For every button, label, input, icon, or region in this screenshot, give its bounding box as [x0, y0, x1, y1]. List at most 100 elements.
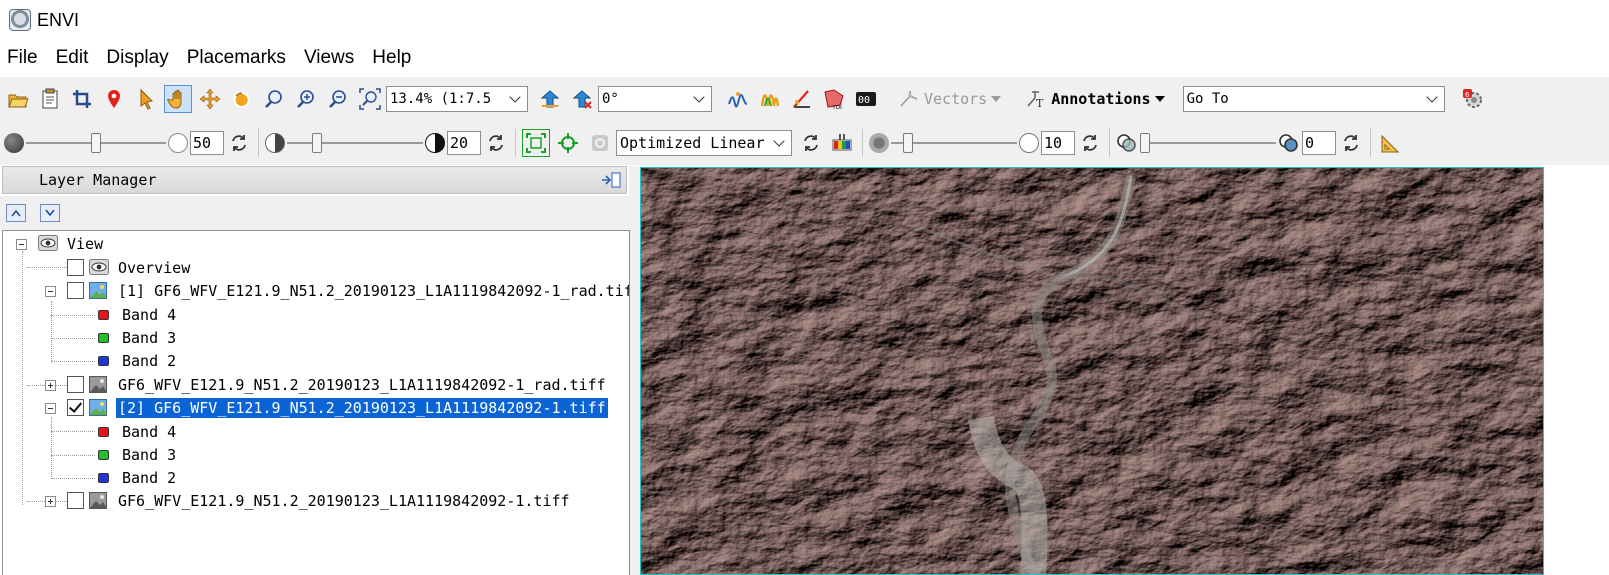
zoom-out-icon[interactable] [324, 85, 352, 113]
tree-node-raster-2[interactable]: GF6_WFV_E121.9_N51.2_20190123_L1A1119842… [3, 490, 629, 512]
tree-node-layer-1[interactable]: [1] GF6_WFV_E121.9_N51.2_20190123_L1A111… [3, 280, 629, 302]
contrast-slider-thumb[interactable] [312, 133, 322, 153]
color-table-icon[interactable] [828, 129, 856, 157]
chevron-down-icon [691, 90, 707, 108]
dock-pin-icon[interactable] [600, 170, 622, 190]
expand-toggle[interactable] [45, 380, 56, 391]
envi-app-icon [9, 9, 31, 31]
image-view[interactable] [640, 167, 1544, 575]
tree-node-layer-1-band-2[interactable]: Band 2 [3, 350, 303, 372]
menu-views[interactable]: Views [295, 43, 363, 73]
pan-hand-icon[interactable] [164, 85, 192, 113]
tree-node-layer-2[interactable]: [2] GF6_WFV_E121.9_N51.2_20190123_L1A111… [3, 397, 629, 419]
vectors-dropdown[interactable]: Vectors [894, 88, 1005, 110]
layer-tree: View Overview [1] GF6_WFV_E121.9_N51.2_2… [2, 230, 630, 575]
brightness-slider-thumb[interactable] [91, 133, 101, 153]
roi-tool-icon[interactable]: roi [820, 85, 848, 113]
tree-node-overview[interactable]: Overview [3, 257, 623, 279]
zoom-in-icon[interactable] [292, 85, 320, 113]
tree-node-layer-2-band-3[interactable]: Band 3 [3, 444, 303, 466]
tree-node-view[interactable]: View [3, 233, 623, 255]
contrast-high-icon [425, 133, 445, 153]
layer-1-checkbox[interactable] [67, 282, 84, 299]
zoom-icon[interactable] [260, 85, 288, 113]
move-layer-down-button[interactable] [40, 204, 60, 222]
contrast-slider[interactable] [287, 129, 423, 157]
expand-toggle[interactable] [45, 496, 56, 507]
collapse-toggle[interactable] [45, 286, 56, 297]
rotation-combo[interactable]: 0° [598, 86, 712, 112]
reset-brightness-icon[interactable] [226, 130, 252, 156]
menu-help[interactable]: Help [363, 43, 420, 73]
full-extent-stretch-icon[interactable] [522, 129, 550, 157]
tree-label-band: Band 2 [122, 469, 177, 487]
brightness-low-icon [4, 133, 24, 153]
main-toolbar: 13.4% (1:7.5 0° roi 00 Vectors T Annotat… [0, 77, 1609, 121]
tree-node-layer-2-band-2[interactable]: Band 2 [3, 467, 303, 489]
tree-node-layer-2-band-4[interactable]: Band 4 [3, 421, 303, 443]
rotate-icon[interactable] [228, 85, 256, 113]
rotate-reset-icon[interactable] [568, 85, 596, 113]
rotate-north-icon[interactable] [536, 85, 564, 113]
open-file-icon[interactable] [4, 85, 32, 113]
zoom-full-extent-icon[interactable] [356, 85, 384, 113]
panel-splitter[interactable] [629, 166, 640, 575]
reset-contrast-icon[interactable] [483, 130, 509, 156]
window-title: ENVI [37, 9, 80, 30]
menu-edit[interactable]: Edit [47, 43, 98, 73]
layer-manager-header: Layer Manager [2, 166, 627, 194]
move-layer-up-button[interactable] [6, 204, 26, 222]
menu-placemarks[interactable]: Placemarks [178, 43, 295, 73]
brightness-input[interactable] [190, 131, 224, 155]
sharpen-input[interactable] [1041, 131, 1075, 155]
vectors-label: Vectors [924, 90, 988, 108]
reset-transparency-icon[interactable] [1338, 130, 1364, 156]
transparency-slider[interactable] [1140, 129, 1276, 157]
tree-node-raster-1[interactable]: GF6_WFV_E121.9_N51.2_20190123_L1A1119842… [3, 374, 629, 396]
measure-icon[interactable] [788, 85, 816, 113]
select-arrow-icon[interactable] [132, 85, 160, 113]
sharpen-slider-thumb[interactable] [903, 133, 913, 153]
pixel-locator-icon[interactable]: 00 [852, 85, 880, 113]
collapse-toggle[interactable] [45, 403, 56, 414]
stretch-disabled-icon [586, 129, 614, 157]
green-band-icon [98, 450, 109, 460]
stretch-type-combo[interactable]: Optimized Linear [616, 130, 792, 156]
tree-node-layer-1-band-3[interactable]: Band 3 [3, 327, 303, 349]
raster-2-checkbox[interactable] [67, 492, 84, 509]
sharpen-slider[interactable] [891, 129, 1017, 157]
raster-1-checkbox[interactable] [67, 376, 84, 393]
vector-edit-icon[interactable] [724, 85, 752, 113]
profile-icon[interactable] [756, 85, 784, 113]
eye-icon [38, 235, 58, 252]
blue-band-icon [98, 473, 109, 483]
placemark-icon[interactable] [100, 85, 128, 113]
tree-node-layer-1-band-4[interactable]: Band 4 [3, 304, 303, 326]
contrast-input[interactable] [447, 131, 481, 155]
chevron-down-icon [45, 209, 55, 217]
tree-label-band: Band 2 [122, 352, 177, 370]
transparency-input[interactable] [1302, 131, 1336, 155]
reset-stretch-icon[interactable] [798, 130, 824, 156]
annotations-dropdown[interactable]: T Annotations [1021, 88, 1168, 110]
collapse-toggle[interactable] [16, 239, 27, 250]
overview-checkbox[interactable] [67, 259, 84, 276]
sharpen-low-icon [869, 133, 889, 153]
goto-combo[interactable]: Go To [1182, 86, 1445, 112]
zoom-combo[interactable]: 13.4% (1:7.5 [386, 86, 528, 112]
fly-move-icon[interactable] [196, 85, 224, 113]
data-manager-icon[interactable] [36, 85, 64, 113]
menu-display[interactable]: Display [97, 43, 177, 73]
preferences-gear-icon[interactable]: 6 [1459, 85, 1487, 113]
red-band-icon [98, 310, 109, 320]
menu-file[interactable]: File [0, 43, 47, 73]
crop-icon[interactable] [68, 85, 96, 113]
transparency-slider-thumb[interactable] [1140, 133, 1150, 153]
brightness-slider[interactable] [26, 129, 166, 157]
rgb-layer-icon [89, 282, 107, 299]
layer-2-checkbox[interactable] [67, 399, 84, 416]
transparency-high-icon [1278, 129, 1300, 157]
ruler-triangle-icon[interactable] [1377, 129, 1405, 157]
view-extent-stretch-icon[interactable] [554, 129, 582, 157]
reset-sharpen-icon[interactable] [1077, 130, 1103, 156]
